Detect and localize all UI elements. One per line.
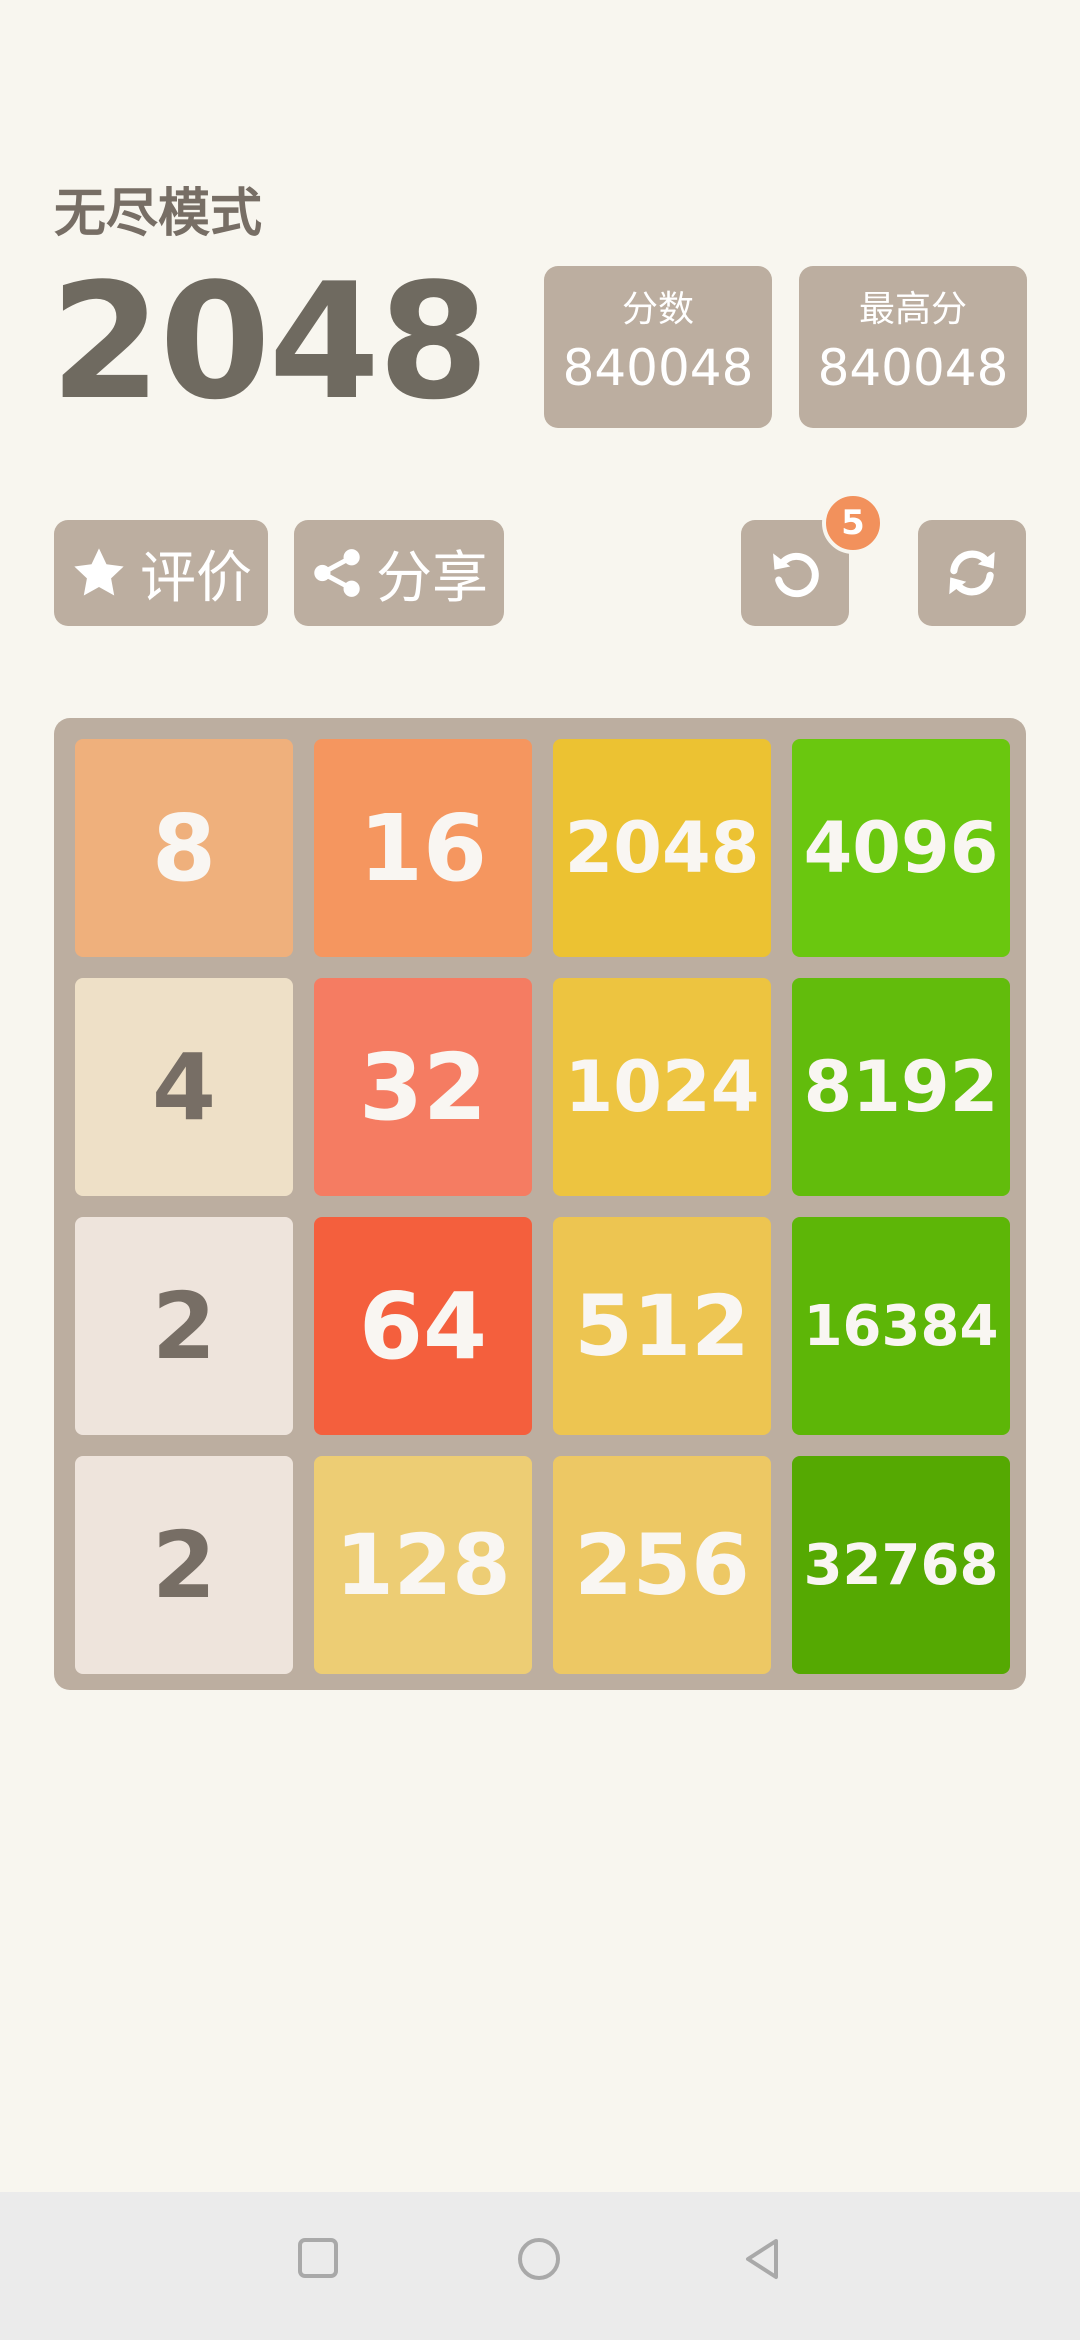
tile: 128 [314, 1456, 532, 1674]
game-board[interactable]: 8 16 2048 4096 4 32 1024 8192 2 64 512 16384 2 128 256… [54, 718, 1026, 1690]
tile: 1024 [553, 978, 771, 1196]
tile: 4 [75, 978, 293, 1196]
undo-count-badge: 5 [822, 492, 884, 554]
share-icon [310, 546, 364, 600]
tile: 512 [553, 1217, 771, 1435]
score-label: 分数 [621, 289, 694, 330]
tile: 2048 [553, 739, 771, 957]
score-box: 分数 840048 [544, 266, 772, 428]
tile: 64 [314, 1217, 532, 1435]
tile: 32768 [792, 1456, 1010, 1674]
back-icon[interactable] [740, 2236, 784, 2286]
tile: 256 [553, 1456, 771, 1674]
tile: 2 [75, 1456, 293, 1674]
tile: 16 [314, 739, 532, 957]
undo-icon [767, 545, 823, 601]
home-icon[interactable] [516, 2236, 562, 2286]
system-navigation-bar [0, 2192, 1080, 2340]
restart-icon [943, 544, 1001, 602]
tile: 4096 [792, 739, 1010, 957]
restart-button[interactable] [918, 520, 1026, 626]
star-icon [70, 544, 128, 602]
share-label: 分享 [376, 545, 488, 611]
rate-button[interactable]: 评价 [54, 520, 268, 626]
tile: 16384 [792, 1217, 1010, 1435]
mode-title: 无尽模式 [54, 184, 263, 244]
best-score-label: 最高分 [858, 289, 967, 330]
best-score-box: 最高分 840048 [799, 266, 1027, 428]
share-button[interactable]: 分享 [294, 520, 504, 626]
game-title: 2048 [50, 248, 489, 435]
best-score-value: 840048 [817, 339, 1009, 398]
tile: 8192 [792, 978, 1010, 1196]
tile: 32 [314, 978, 532, 1196]
recent-apps-icon[interactable] [296, 2236, 340, 2284]
tile: 2 [75, 1217, 293, 1435]
rate-label: 评价 [140, 545, 252, 611]
game-screen: 无尽模式 2048 分数 840048 最高分 840048 评价 分享 5 8… [0, 0, 1080, 2340]
tile: 8 [75, 739, 293, 957]
score-value: 840048 [562, 339, 754, 398]
